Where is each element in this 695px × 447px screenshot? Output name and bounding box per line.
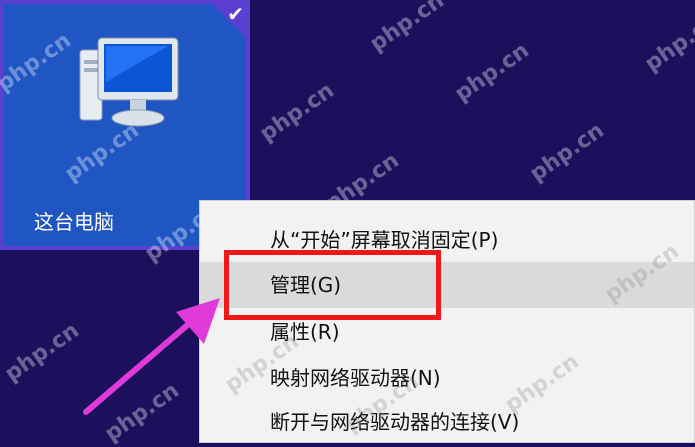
- watermark: php.cn: [255, 78, 339, 147]
- watermark: php.cn: [525, 118, 609, 187]
- watermark: php.cn: [0, 318, 84, 387]
- highlight-box: [224, 250, 441, 320]
- pointer-arrow-icon: [83, 298, 220, 415]
- watermark: php.cn: [450, 38, 534, 107]
- watermark: php.cn: [640, 8, 695, 77]
- tile-label: 这台电脑: [34, 210, 114, 234]
- watermark: php.cn: [365, 0, 449, 57]
- computer-icon: [79, 37, 179, 127]
- menu-item-map-network-drive[interactable]: 映射网络驱动器(N): [200, 355, 694, 401]
- context-menu: 从“开始”屏幕取消固定(P) 管理(G) 属性(R) 映射网络驱动器(N) 断开…: [199, 200, 695, 443]
- menu-item-disconnect-network-drive[interactable]: 断开与网络驱动器的连接(V): [200, 399, 694, 445]
- checkmark-icon: ✔: [227, 2, 244, 26]
